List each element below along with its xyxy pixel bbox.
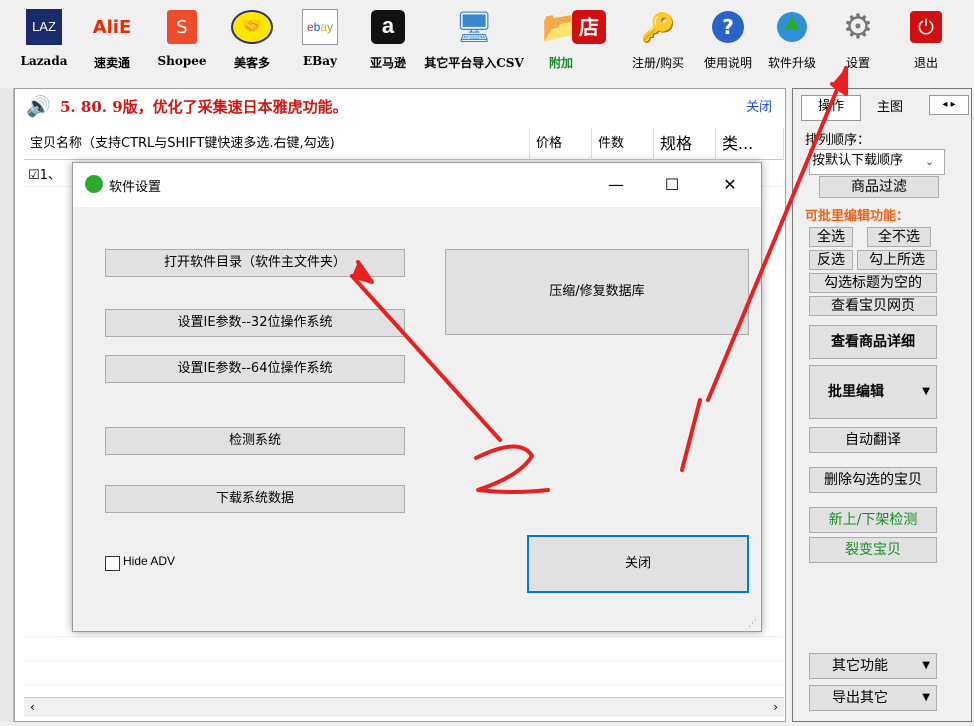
toolbar-register-icon-slot[interactable]: 店 xyxy=(562,6,616,48)
app-globe-icon xyxy=(85,175,103,193)
col-title[interactable]: 宝贝名称（支持CTRL与SHIFT键快速多选.右键,勾选) xyxy=(24,128,530,160)
col-category[interactable]: 类... xyxy=(716,128,784,160)
settings-dialog: 软件设置 — ☐ ✕ 打开软件目录（软件主文件夹） 设置IE参数--32位操作系… xyxy=(72,162,762,632)
select-all-button[interactable]: 全选 xyxy=(809,227,853,247)
view-item-page-button[interactable]: 查看宝贝网页 xyxy=(809,296,937,316)
keys-icon: 🔑 xyxy=(640,10,676,44)
monitor-icon: 🖥 xyxy=(454,9,494,45)
tab-main-image[interactable]: 主图 xyxy=(863,97,917,119)
batch-edit-button[interactable]: 批里编辑 ▼ xyxy=(809,365,937,419)
toolbar-settings-button[interactable]: ⚙ 设置 xyxy=(830,6,886,71)
ie-settings-32bit-button[interactable]: 设置IE参数--32位操作系统 xyxy=(105,309,405,337)
toolbar-aliexpress-button[interactable]: AliE 速卖通 xyxy=(82,6,142,71)
lazada-icon: LAZ xyxy=(23,6,65,48)
other-functions-button[interactable]: 其它功能 ▼ xyxy=(809,653,937,679)
detect-system-button[interactable]: 检测系统 xyxy=(105,427,405,455)
power-icon: ⏻ xyxy=(905,6,947,48)
chevron-down-icon[interactable]: ⌄ xyxy=(925,155,934,168)
amazon-icon: a xyxy=(367,6,409,48)
hide-adv-label: Hide ADV xyxy=(123,554,176,568)
right-panel: 操作 主图 ◂ ▸ 排列顺序： 按默认下载顺序 ⌄ 商品过滤 可批里编辑功能： … xyxy=(792,88,972,722)
toolbar-upgrade-button[interactable]: 软件升级 xyxy=(758,6,826,71)
col-price[interactable]: 价格 xyxy=(530,128,592,160)
dropdown-arrow-icon: ▼ xyxy=(922,660,930,671)
listing-status-check-button[interactable]: 新上/下架检测 xyxy=(809,507,937,533)
resize-grip-icon[interactable]: ⋰ xyxy=(748,619,757,629)
dropdown-arrow-icon: ▼ xyxy=(922,386,930,397)
shop-icon: 店 xyxy=(568,6,610,48)
notice-close-link[interactable]: 关闭 xyxy=(746,96,772,115)
invert-selection-button[interactable]: 反选 xyxy=(809,250,853,270)
download-system-data-button[interactable]: 下载系统数据 xyxy=(105,485,405,513)
aliexpress-icon: AliE xyxy=(92,16,132,38)
gear-icon: ⚙ xyxy=(842,7,874,47)
export-other-button[interactable]: 导出其它 ▼ xyxy=(809,685,937,711)
split-item-button[interactable]: 裂变宝贝 xyxy=(809,537,937,563)
help-icon: ? xyxy=(707,6,749,48)
batch-title: 可批里编辑功能： xyxy=(805,209,910,224)
toolbar-import-csv-button[interactable]: 🖥 其它平台导入CSV xyxy=(418,6,530,71)
filter-button[interactable]: 商品过滤 xyxy=(819,176,939,198)
toolbar-register-button[interactable]: 🔑 注册/购买 xyxy=(618,6,698,71)
toolbar-ebay-button[interactable]: ebay EBay xyxy=(290,6,350,68)
dialog-title: 软件设置 xyxy=(109,180,162,195)
shopee-bag-icon: S xyxy=(161,6,203,48)
minimize-button[interactable]: — xyxy=(593,169,639,201)
col-quantity[interactable]: 件数 xyxy=(592,128,654,160)
dialog-titlebar[interactable]: 软件设置 — ☐ ✕ xyxy=(73,163,761,207)
scroll-left-icon[interactable]: ‹ xyxy=(30,700,35,714)
ie-settings-64bit-button[interactable]: 设置IE参数--64位操作系统 xyxy=(105,355,405,383)
col-spec[interactable]: 规格 xyxy=(654,128,716,160)
notice-text: 5. 80. 9版，优化了采集速日本雅虎功能。 xyxy=(60,98,348,116)
sort-label: 排列顺序： xyxy=(805,133,871,148)
toolbar-lazada-button[interactable]: LAZ Lazada xyxy=(14,6,74,68)
toolbar: LAZ Lazada AliE 速卖通 S Shopee 🤝 美客多 ebay … xyxy=(0,0,974,86)
select-none-button[interactable]: 全不选 xyxy=(867,227,931,247)
scroll-right-icon[interactable]: › xyxy=(773,700,778,714)
left-splitter[interactable] xyxy=(0,88,14,722)
delete-checked-button[interactable]: 删除勾选的宝贝 xyxy=(809,467,937,493)
view-product-detail-button[interactable]: 查看商品详细 xyxy=(809,325,937,359)
check-empty-title-button[interactable]: 勾选标题为空的 xyxy=(809,273,937,293)
globe-upgrade-icon xyxy=(771,6,813,48)
toolbar-manual-button[interactable]: ? 使用说明 xyxy=(698,6,758,71)
list-header: 宝贝名称（支持CTRL与SHIFT键快速多选.右键,勾选) 价格 件数 规格 类… xyxy=(24,128,784,160)
toolbar-shopee-button[interactable]: S Shopee xyxy=(150,6,214,68)
tab-scroll-arrows[interactable]: ◂ ▸ xyxy=(929,95,969,115)
horizontal-scrollbar[interactable]: ‹ › xyxy=(24,697,784,717)
auto-translate-button[interactable]: 自动翻译 xyxy=(809,427,937,453)
hide-adv-checkbox[interactable] xyxy=(105,556,120,571)
open-software-dir-button[interactable]: 打开软件目录（软件主文件夹） xyxy=(105,249,405,277)
maximize-button[interactable]: ☐ xyxy=(649,169,695,201)
speaker-icon: 🔊 xyxy=(26,94,51,118)
handshake-icon: 🤝 xyxy=(231,6,273,48)
compress-repair-db-button[interactable]: 压缩/修复数据库 xyxy=(445,249,749,335)
close-icon[interactable]: ✕ xyxy=(707,169,753,201)
toolbar-amazon-button[interactable]: a 亚马逊 xyxy=(358,6,418,71)
ebay-icon: ebay xyxy=(299,6,341,48)
toolbar-mercadolibre-button[interactable]: 🤝 美客多 xyxy=(222,6,282,71)
dialog-close-button[interactable]: 关闭 xyxy=(527,535,749,593)
dropdown-arrow-icon: ▼ xyxy=(922,692,930,703)
list-row-first[interactable]: ☑1、 xyxy=(28,164,61,183)
tab-operation[interactable]: 操作 xyxy=(801,95,861,121)
check-selected-button[interactable]: 勾上所选 xyxy=(857,250,937,270)
toolbar-exit-button[interactable]: ⏻ 退出 xyxy=(898,6,954,71)
